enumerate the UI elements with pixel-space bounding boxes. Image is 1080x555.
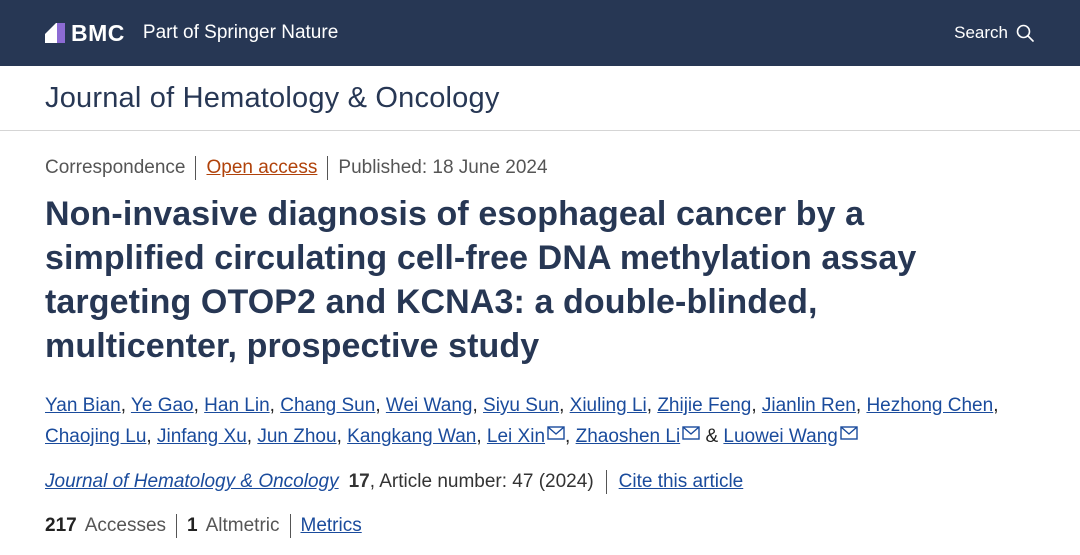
author-link[interactable]: Zhijie Feng bbox=[657, 395, 751, 416]
author-separator: , bbox=[472, 395, 484, 416]
author-link[interactable]: Ye Gao bbox=[131, 395, 194, 416]
metrics-link[interactable]: Metrics bbox=[301, 514, 362, 538]
search-button[interactable]: Search bbox=[954, 23, 1034, 43]
journal-banner: Journal of Hematology & Oncology bbox=[0, 66, 1080, 131]
accesses-label: Accesses bbox=[84, 515, 167, 536]
email-icon[interactable] bbox=[547, 426, 565, 440]
springer-nature-tagline[interactable]: Part of Springer Nature bbox=[143, 22, 338, 44]
divider bbox=[195, 156, 197, 180]
brand[interactable]: BMC Part of Springer Nature bbox=[45, 20, 338, 47]
divider bbox=[327, 156, 329, 180]
author-link[interactable]: Kangkang Wan bbox=[347, 426, 476, 447]
author-separator: , bbox=[565, 426, 576, 447]
divider bbox=[605, 470, 607, 494]
open-access-link[interactable]: Open access bbox=[206, 156, 317, 180]
author-link[interactable]: Wei Wang bbox=[386, 395, 473, 416]
author-link[interactable]: Xiuling Li bbox=[570, 395, 647, 416]
divider bbox=[289, 514, 291, 538]
citation-line: Journal of Hematology & Oncology 17 , Ar… bbox=[45, 470, 1035, 494]
altmetric-label: Altmetric bbox=[205, 515, 280, 536]
altmetric-count: 1 bbox=[187, 515, 198, 536]
article-type: Correspondence bbox=[45, 157, 186, 178]
author-link[interactable]: Chang Sun bbox=[280, 395, 375, 416]
article-meta: Correspondence Open access Published: 18… bbox=[45, 156, 1035, 180]
author-link[interactable]: Lei Xin bbox=[487, 426, 545, 447]
author-link[interactable]: Han Lin bbox=[204, 395, 270, 416]
citation-journal-link[interactable]: Journal of Hematology & Oncology bbox=[45, 470, 339, 494]
author-link[interactable]: Jinfang Xu bbox=[157, 426, 247, 447]
author-separator: , bbox=[646, 395, 658, 416]
author-separator: , bbox=[269, 395, 281, 416]
author-link[interactable]: Chaojing Lu bbox=[45, 426, 146, 447]
email-icon[interactable] bbox=[682, 426, 700, 440]
author-separator: & bbox=[700, 426, 724, 447]
author-separator: , bbox=[559, 395, 570, 416]
author-link[interactable]: Jun Zhou bbox=[257, 426, 336, 447]
author-separator: , bbox=[120, 395, 131, 416]
author-link[interactable]: Yan Bian bbox=[45, 395, 121, 416]
citation-volume: 17 bbox=[348, 471, 370, 492]
author-list: Yan Bian, Ye Gao, Han Lin, Chang Sun, We… bbox=[45, 390, 1045, 452]
bmc-logo-icon bbox=[45, 23, 65, 43]
journal-title[interactable]: Journal of Hematology & Oncology bbox=[45, 82, 500, 115]
author-separator: , bbox=[855, 395, 867, 416]
author-separator: , bbox=[146, 426, 157, 447]
author-separator: , bbox=[193, 395, 205, 416]
cite-this-article-link[interactable]: Cite this article bbox=[619, 470, 744, 494]
article-header: Correspondence Open access Published: 18… bbox=[0, 156, 1080, 538]
site-header: BMC Part of Springer Nature Search bbox=[0, 0, 1080, 66]
author-separator: , bbox=[993, 395, 999, 416]
author-separator: , bbox=[751, 395, 762, 416]
author-separator: , bbox=[336, 426, 348, 447]
author-separator: , bbox=[476, 426, 487, 447]
author-link[interactable]: Hezhong Chen bbox=[866, 395, 993, 416]
article-title: Non-invasive diagnosis of esophageal can… bbox=[45, 195, 917, 365]
divider bbox=[176, 514, 178, 538]
author-link[interactable]: Zhaoshen Li bbox=[576, 426, 681, 447]
author-separator: , bbox=[246, 426, 258, 447]
published-date: Published: 18 June 2024 bbox=[338, 157, 548, 178]
author-link[interactable]: Luowei Wang bbox=[723, 426, 837, 447]
citation-article-number: , Article number: 47 (2024) bbox=[369, 471, 594, 492]
article-metrics: 217 Accesses 1 Altmetric Metrics bbox=[45, 514, 1035, 538]
bmc-logo-text: BMC bbox=[71, 19, 125, 46]
author-link[interactable]: Siyu Sun bbox=[483, 395, 559, 416]
email-icon[interactable] bbox=[840, 426, 858, 440]
search-label: Search bbox=[954, 23, 1008, 42]
author-link[interactable]: Jianlin Ren bbox=[762, 395, 856, 416]
author-separator: , bbox=[375, 395, 386, 416]
search-icon bbox=[1016, 24, 1034, 42]
accesses-count: 217 bbox=[45, 515, 77, 536]
